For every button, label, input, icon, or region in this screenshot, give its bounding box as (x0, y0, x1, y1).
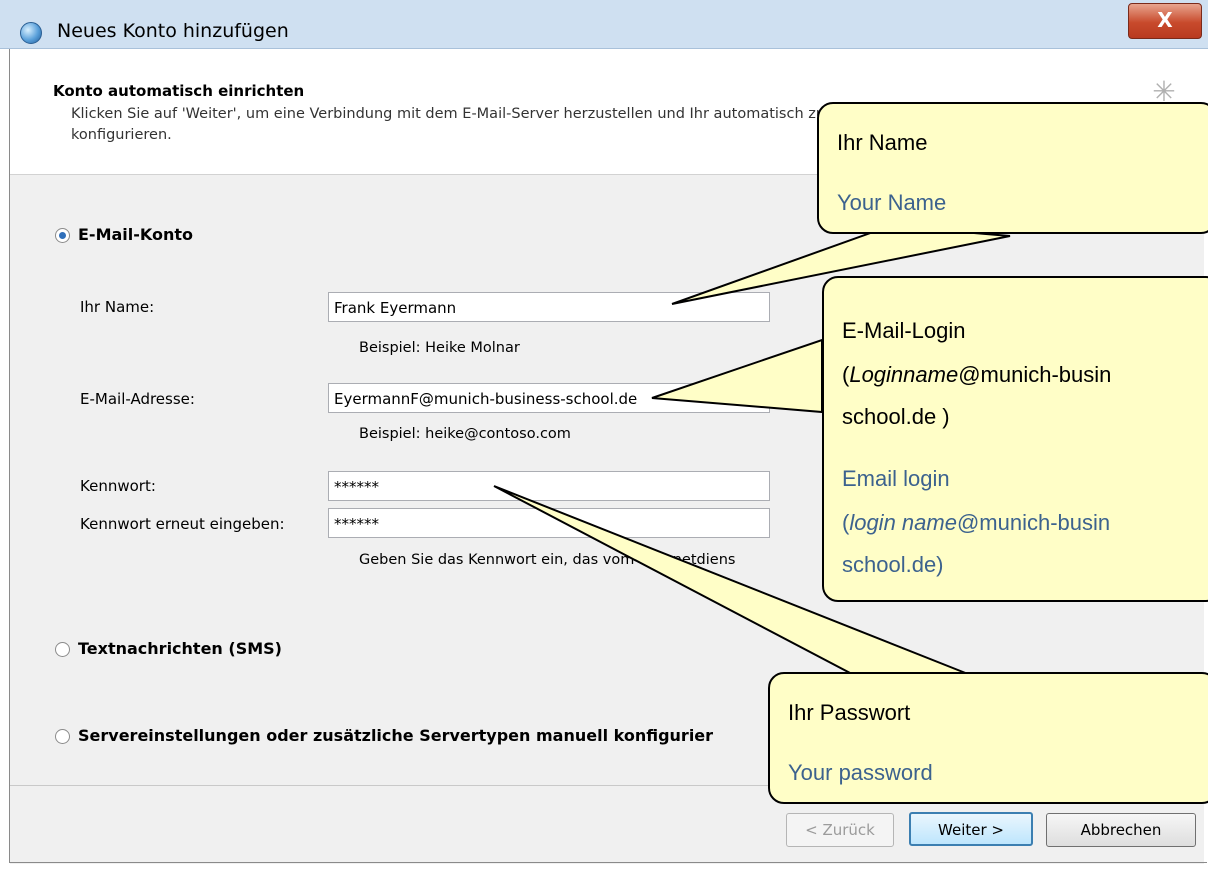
email-callout-en-domain: @munich-busin (956, 510, 1111, 535)
email-callout-en-loginname: login name (849, 510, 957, 535)
email-callout-en-line3: school.de) (842, 552, 944, 577)
name-callout-de: Ihr Name (837, 130, 928, 155)
email-callout: E-Mail-Login (Loginname@munich-busin sch… (822, 276, 1208, 602)
password-callout: Ihr Passwort Your password (768, 672, 1208, 804)
password-callout-de: Ihr Passwort (788, 700, 911, 725)
email-callout-en-line2: (login name@munich-busin (842, 510, 1111, 535)
name-callout-en: Your Name (837, 190, 947, 215)
email-callout-de-loginname: Loginname (849, 362, 959, 387)
email-callout-de-line3: school.de ) (842, 404, 950, 429)
email-callout-de-line1: E-Mail-Login (842, 318, 966, 343)
password-callout-en: Your password (788, 760, 933, 785)
email-callout-de-line2: (Loginname@munich-busin (842, 362, 1112, 387)
name-callout: Ihr Name Your Name (817, 102, 1208, 234)
email-callout-pointer (651, 338, 823, 414)
email-callout-de-domain: @munich-busin (958, 362, 1112, 387)
email-callout-en-line1: Email login (842, 466, 950, 491)
